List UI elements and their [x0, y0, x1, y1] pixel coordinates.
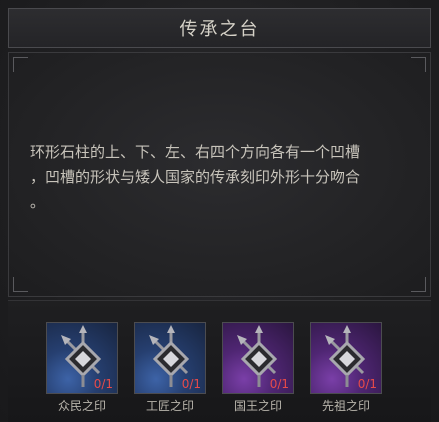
seal-slots: 0/1 众民之印 0/1 工匠之印 0/1 国王之印 0/1 先祖之印: [46, 322, 396, 418]
description-text: 环形石柱的上、下、左、右四个方向各有一个凹槽 ，凹槽的形状与矮人国家的传承刻印外…: [30, 143, 361, 211]
slot-frame[interactable]: 0/1: [134, 322, 206, 394]
slot-label: 先祖之印: [321, 399, 370, 413]
seal-slot-commoners[interactable]: 0/1 众民之印: [46, 322, 118, 414]
slot-count: 0/1: [357, 377, 377, 391]
slot-label: 工匠之印: [145, 399, 194, 413]
corner-ornament: [411, 277, 426, 292]
corner-ornament: [411, 57, 426, 72]
slot-frame[interactable]: 0/1: [46, 322, 118, 394]
seal-slot-craftsmen[interactable]: 0/1 工匠之印: [134, 322, 206, 414]
slot-frame[interactable]: 0/1: [310, 322, 382, 394]
title-bar: 传承之台: [8, 8, 431, 48]
seal-slot-king[interactable]: 0/1 国王之印: [222, 322, 294, 414]
slot-count: 0/1: [269, 377, 289, 391]
altar-window: 传承之台 环形石柱的上、下、左、右四个方向各有一个凹槽 ，凹槽的形状与矮人国家的…: [0, 0, 439, 422]
slot-label: 国王之印: [233, 399, 282, 413]
window-title: 传承之台: [179, 19, 260, 40]
corner-ornament: [13, 277, 28, 292]
corner-ornament: [13, 57, 28, 72]
slot-label: 众民之印: [57, 399, 106, 413]
seal-slot-ancestors[interactable]: 0/1 先祖之印: [310, 322, 382, 414]
slot-count: 0/1: [93, 377, 113, 391]
slot-count: 0/1: [181, 377, 201, 391]
slot-frame[interactable]: 0/1: [222, 322, 294, 394]
